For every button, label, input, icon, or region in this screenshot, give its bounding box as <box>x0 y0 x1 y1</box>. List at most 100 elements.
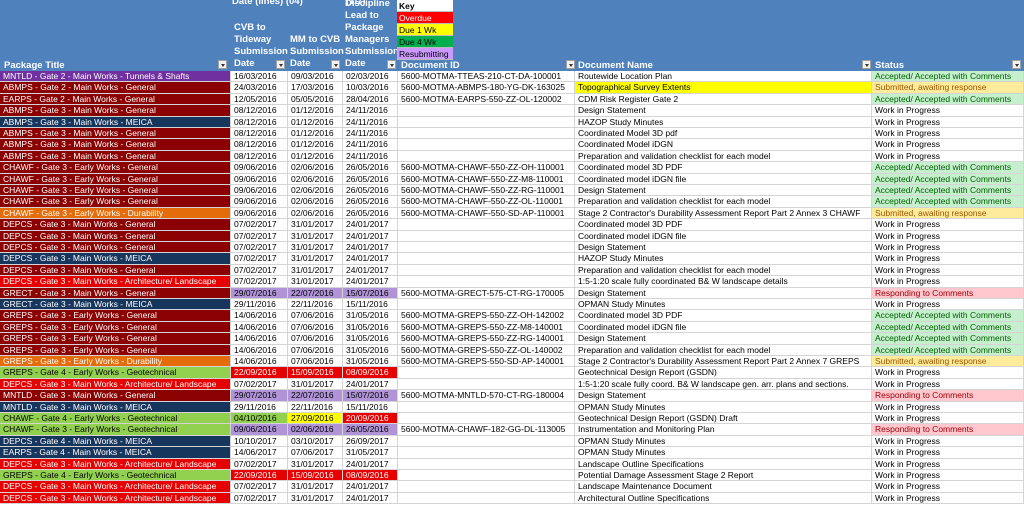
table-row[interactable]: CHAWF - Gate 3 - Early Works - General 09… <box>0 173 1024 185</box>
mm-date-cell[interactable]: 02/06/2016 <box>288 207 343 220</box>
cvb-date-cell[interactable]: 07/02/2017 <box>231 264 288 277</box>
discipline-date-cell[interactable]: 31/05/2016 <box>343 344 398 356</box>
table-row[interactable]: CHAWF - Gate 3 - Early Works - Durabilit… <box>0 207 1024 220</box>
status-cell[interactable]: Work in Progress <box>872 116 1024 128</box>
status-cell[interactable]: Accepted/ Accepted with Comments <box>872 71 1024 83</box>
package-title-cell[interactable]: DEPCS - Gate 3 - Main Works - Architectu… <box>0 378 231 391</box>
discipline-date-cell[interactable]: 31/05/2016 <box>343 310 398 322</box>
status-cell[interactable]: Work in Progress <box>872 299 1024 311</box>
mm-date-cell[interactable]: 01/12/2016 <box>288 139 343 151</box>
status-cell[interactable]: Work in Progress <box>872 105 1024 117</box>
package-title-cell[interactable]: ABMPS - Gate 3 - Main Works - MEICA <box>0 116 231 128</box>
document-id-cell[interactable] <box>398 128 575 140</box>
cvb-date-cell[interactable]: 22/09/2016 <box>231 367 288 379</box>
table-row[interactable]: DEPCS - Gate 3 - Main Works - General 07/… <box>0 219 1024 231</box>
discipline-date-cell[interactable]: 20/09/2016 <box>343 413 398 425</box>
cvb-date-cell[interactable]: 07/02/2017 <box>231 276 288 288</box>
mm-date-cell[interactable]: 07/06/2016 <box>288 356 343 368</box>
package-title-cell[interactable]: ABMPS - Gate 2 - Main Works - General <box>0 82 231 94</box>
cvb-date-cell[interactable]: 29/07/2016 <box>231 287 288 299</box>
table-row[interactable]: DEPCS - Gate 3 - Main Works - General 07/… <box>0 230 1024 242</box>
status-cell[interactable]: Work in Progress <box>872 264 1024 277</box>
package-title-cell[interactable]: DEPCS - Gate 3 - Main Works - Architectu… <box>0 492 231 505</box>
package-title-cell[interactable]: GREPS - Gate 3 - Early Works - General <box>0 344 231 356</box>
status-cell[interactable]: Work in Progress <box>872 150 1024 163</box>
discipline-date-cell[interactable]: 24/01/2017 <box>343 481 398 493</box>
package-title-cell[interactable]: CHAWF - Gate 3 - Early Works - Durabilit… <box>0 207 231 220</box>
discipline-date-cell[interactable]: 15/07/2016 <box>343 287 398 299</box>
package-title-cell[interactable]: MNTLD - Gate 2 - Main Works - Tunnels & … <box>0 71 231 83</box>
status-cell[interactable]: Work in Progress <box>872 128 1024 140</box>
package-title-cell[interactable]: DEPCS - Gate 4 - Main Works - MEICA <box>0 435 231 448</box>
document-name-cell[interactable]: Coordinated model iDGN file <box>575 321 872 334</box>
document-name-cell[interactable]: Coordinated model 3D PDF <box>575 162 872 174</box>
discipline-date-cell[interactable]: 24/01/2017 <box>343 230 398 242</box>
document-name-cell[interactable]: Preparation and validation checklist for… <box>575 264 872 277</box>
discipline-date-cell[interactable]: 28/04/2016 <box>343 93 398 106</box>
package-title-cell[interactable]: GRECT - Gate 3 - Main Works - MEICA <box>0 299 231 311</box>
document-id-cell[interactable] <box>398 299 575 311</box>
document-id-cell[interactable]: 5600-MOTMA-CHAWF-550-ZZ-OH-110001 <box>398 162 575 174</box>
cvb-date-cell[interactable]: 08/12/2016 <box>231 128 288 140</box>
cvb-date-cell[interactable]: 10/10/2017 <box>231 435 288 448</box>
table-row[interactable]: CHAWF - Gate 3 - Early Works - General 09… <box>0 196 1024 208</box>
document-name-cell[interactable]: Design Statement <box>575 105 872 117</box>
status-cell[interactable]: Work in Progress <box>872 401 1024 413</box>
discipline-date-cell[interactable]: 24/11/2016 <box>343 116 398 128</box>
mm-date-cell[interactable]: 07/06/2016 <box>288 344 343 356</box>
document-id-cell[interactable] <box>398 378 575 391</box>
discipline-date-cell[interactable]: 26/05/2016 <box>343 173 398 185</box>
document-name-cell[interactable]: Design Statement <box>575 287 872 299</box>
cvb-date-cell[interactable]: 09/06/2016 <box>231 424 288 436</box>
table-row[interactable]: GREPS - Gate 4 - Early Works - Geotechni… <box>0 367 1024 379</box>
status-cell[interactable]: Work in Progress <box>872 253 1024 265</box>
document-name-cell[interactable]: Coordinated Model iDGN <box>575 139 872 151</box>
package-title-cell[interactable]: DEPCS - Gate 3 - Main Works - General <box>0 264 231 277</box>
document-id-cell[interactable]: 5600-MOTMA-CHAWF-182-GG-DL-113005 <box>398 424 575 436</box>
package-title-cell[interactable]: MNTLD - Gate 3 - Main Works - MEICA <box>0 401 231 413</box>
package-title-cell[interactable]: DEPCS - Gate 3 - Main Works - Architectu… <box>0 276 231 288</box>
status-cell[interactable]: Work in Progress <box>872 435 1024 448</box>
document-id-cell[interactable]: 5600-MOTMA-CHAWF-550-ZZ-RG-110001 <box>398 185 575 197</box>
mm-date-cell[interactable]: 02/06/2016 <box>288 173 343 185</box>
table-row[interactable]: GRECT - Gate 3 - Main Works - General 29/… <box>0 287 1024 299</box>
cvb-date-cell[interactable]: 07/02/2017 <box>231 481 288 493</box>
table-row[interactable]: ABMPS - Gate 3 - Main Works - General 08/… <box>0 139 1024 151</box>
document-name-cell[interactable]: HAZOP Study Minutes <box>575 253 872 265</box>
package-title-cell[interactable]: DEPCS - Gate 3 - Main Works - Architectu… <box>0 458 231 470</box>
mm-date-cell[interactable]: 07/06/2016 <box>288 310 343 322</box>
mm-date-cell[interactable]: 01/12/2016 <box>288 116 343 128</box>
status-cell[interactable]: Work in Progress <box>872 276 1024 288</box>
document-id-cell[interactable]: 5600-MOTMA-EARPS-550-ZZ-OL-120002 <box>398 93 575 106</box>
table-row[interactable]: DEPCS - Gate 3 - Main Works - Architectu… <box>0 458 1024 470</box>
document-id-cell[interactable] <box>398 105 575 117</box>
discipline-date-cell[interactable]: 15/07/2016 <box>343 390 398 402</box>
cvb-date-cell[interactable]: 08/12/2016 <box>231 150 288 163</box>
table-row[interactable]: DEPCS - Gate 3 - Main Works - General 07/… <box>0 242 1024 254</box>
table-row[interactable]: DEPCS - Gate 3 - Main Works - General 07/… <box>0 264 1024 277</box>
mm-date-cell[interactable]: 07/06/2016 <box>288 333 343 345</box>
table-row[interactable]: MNTLD - Gate 3 - Main Works - MEICA 29/11… <box>0 401 1024 413</box>
status-cell[interactable]: Submitted, awaiting response <box>872 207 1024 220</box>
status-cell[interactable]: Accepted/ Accepted with Comments <box>872 162 1024 174</box>
document-id-cell[interactable]: 5600-MOTMA-CHAWF-550-ZZ-M8-110001 <box>398 173 575 185</box>
document-name-cell[interactable]: Stage 2 Contractor's Durability Assessme… <box>575 356 872 368</box>
table-row[interactable]: EARPS - Gate 4 - Main Works - MEICA 14/06… <box>0 447 1024 459</box>
status-cell[interactable]: Work in Progress <box>872 413 1024 425</box>
cvb-date-cell[interactable]: 09/06/2016 <box>231 196 288 208</box>
discipline-date-cell[interactable]: 26/05/2016 <box>343 162 398 174</box>
discipline-date-cell[interactable]: 08/09/2016 <box>343 470 398 482</box>
document-name-cell[interactable]: Coordinated model iDGN file <box>575 230 872 242</box>
cvb-date-cell[interactable]: 07/02/2017 <box>231 458 288 470</box>
cvb-date-cell[interactable]: 24/03/2016 <box>231 82 288 94</box>
document-id-cell[interactable]: 5600-MOTMA-GREPS-550-ZZ-M8-140001 <box>398 321 575 334</box>
table-row[interactable]: DEPCS - Gate 3 - Main Works - Architectu… <box>0 481 1024 493</box>
package-title-cell[interactable]: CHAWF - Gate 3 - Early Works - General <box>0 196 231 208</box>
document-name-cell[interactable]: Potential Damage Assessment Stage 2 Repo… <box>575 470 872 482</box>
table-row[interactable]: DEPCS - Gate 3 - Main Works - Architectu… <box>0 492 1024 505</box>
table-row[interactable]: DEPCS - Gate 3 - Main Works - Architectu… <box>0 276 1024 288</box>
mm-date-cell[interactable]: 31/01/2017 <box>288 276 343 288</box>
document-name-cell[interactable]: Landscape Outline Specifications <box>575 458 872 470</box>
mm-date-cell[interactable]: 31/01/2017 <box>288 253 343 265</box>
package-title-cell[interactable]: GREPS - Gate 3 - Early Works - General <box>0 310 231 322</box>
